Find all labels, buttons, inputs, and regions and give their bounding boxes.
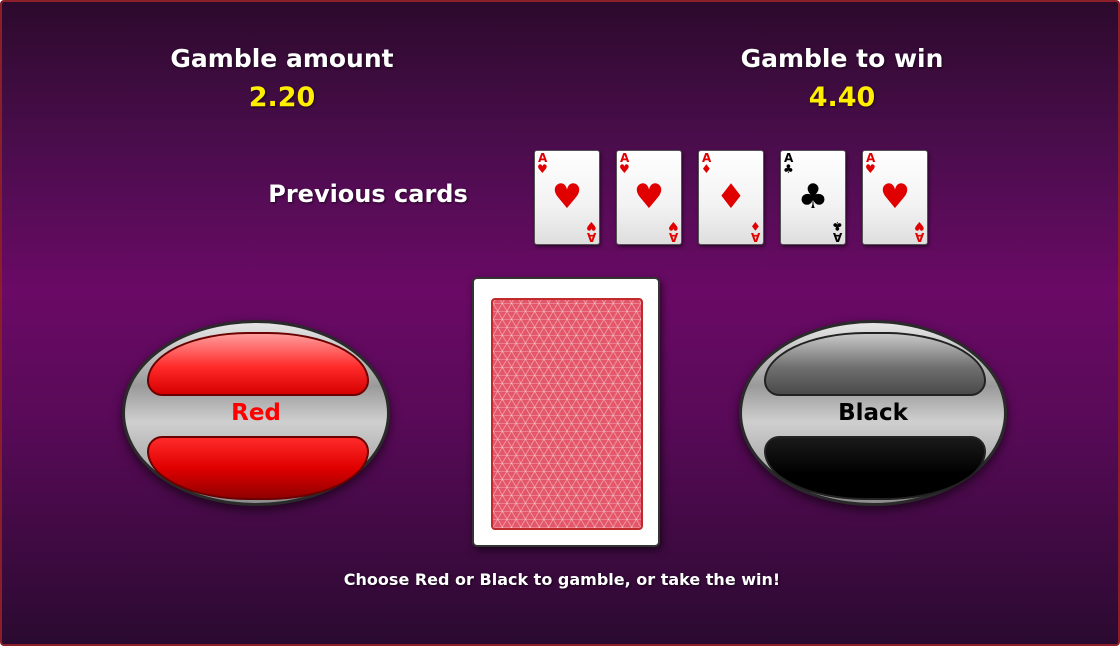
previous-card: A ♥ ♥ A ♥ — [862, 150, 928, 245]
gamble-screen: Gamble amount 2.20 Gamble to win 4.40 Pr… — [0, 0, 1120, 646]
red-button-label: Red — [231, 400, 281, 426]
card-suit-small: ♥ — [865, 162, 876, 176]
gamble-amount-value: 2.20 — [248, 82, 316, 113]
previous-cards-label: Previous cards — [268, 180, 468, 208]
black-button-label: Black — [838, 400, 908, 426]
red-button-bottom-cap — [147, 436, 369, 500]
card-suit-small: ♥ — [619, 162, 630, 176]
heart-icon: ♥ — [551, 177, 583, 217]
card-suit-small: ♣ — [783, 162, 794, 176]
red-button[interactable]: Red — [122, 320, 390, 506]
black-button-top-cap — [764, 332, 986, 396]
black-button-bottom-cap — [764, 436, 986, 500]
instruction-text: Choose Red or Black to gamble, or take t… — [343, 570, 781, 589]
gamble-to-win-label: Gamble to win — [740, 44, 944, 73]
black-button[interactable]: Black — [739, 320, 1007, 506]
club-icon: ♣ — [797, 177, 829, 217]
card-suit-small: ♣ — [832, 219, 843, 233]
face-down-card — [472, 277, 660, 547]
card-suit-small: ♥ — [668, 219, 679, 233]
card-suit-small: ♥ — [914, 219, 925, 233]
red-button-top-cap — [147, 332, 369, 396]
card-suit-small: ♥ — [586, 219, 597, 233]
heart-icon: ♥ — [879, 177, 911, 217]
previous-card: A ♥ ♥ A ♥ — [616, 150, 682, 245]
card-suit-small: ♦ — [750, 219, 761, 233]
gamble-amount-label: Gamble amount — [170, 44, 394, 73]
card-back-pattern — [491, 298, 643, 530]
previous-card: A ♣ ♣ A ♣ — [780, 150, 846, 245]
card-suit-small: ♦ — [701, 162, 712, 176]
heart-icon: ♥ — [633, 177, 665, 217]
previous-card: A ♥ ♥ A ♥ — [534, 150, 600, 245]
gamble-to-win-value: 4.40 — [808, 82, 876, 113]
diamond-icon: ♦ — [715, 177, 747, 217]
card-suit-small: ♥ — [537, 162, 548, 176]
previous-card: A ♦ ♦ A ♦ — [698, 150, 764, 245]
